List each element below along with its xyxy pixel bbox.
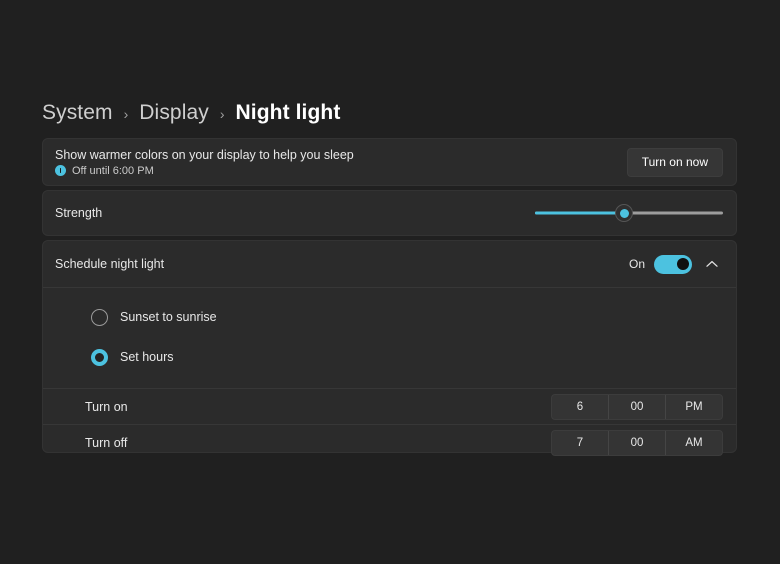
night-light-description-group: Show warmer colors on your display to he…: [55, 148, 627, 177]
turn-off-minute-field[interactable]: 00: [608, 430, 665, 455]
night-light-description: Show warmer colors on your display to he…: [55, 147, 354, 162]
radio-icon-unselected[interactable]: [91, 308, 108, 326]
turn-off-label: Turn off: [85, 435, 128, 450]
turn-off-time-row: Turn off 7 00 AM: [43, 425, 736, 460]
radio-option-sunset-to-sunrise[interactable]: Sunset to sunrise: [43, 304, 736, 330]
turn-on-time-picker: 6 00 PM: [551, 393, 723, 420]
turn-off-time-picker: 7 00 AM: [551, 429, 723, 456]
strength-slider-thumb[interactable]: [615, 204, 634, 222]
chevron-up-icon[interactable]: [701, 253, 723, 275]
radio-option-set-hours[interactable]: Set hours: [43, 344, 736, 370]
night-light-settings-page: System › Display › Night light Show warm…: [0, 0, 780, 564]
breadcrumb: System › Display › Night light: [42, 98, 340, 128]
turn-off-hour-field[interactable]: 7: [552, 431, 608, 455]
radio-label-set-hours: Set hours: [120, 350, 174, 364]
schedule-options-group: Sunset to sunrise Set hours: [43, 288, 736, 388]
breadcrumb-separator-icon: ›: [219, 106, 225, 122]
turn-on-minute-field[interactable]: 00: [608, 394, 665, 419]
info-circle-icon: [55, 165, 66, 176]
breadcrumb-item-system[interactable]: System: [42, 101, 113, 125]
turn-on-hour-field[interactable]: 6: [552, 395, 608, 419]
page-title: Night light: [235, 101, 341, 124]
night-light-status: Off until 6:00 PM: [55, 165, 627, 177]
strength-slider[interactable]: [535, 204, 723, 222]
radio-icon-selected[interactable]: [91, 348, 108, 366]
turn-on-now-button[interactable]: Turn on now: [626, 147, 723, 177]
night-light-main-card: Show warmer colors on your display to he…: [42, 138, 737, 186]
schedule-toggle-knob: [677, 258, 689, 270]
turn-on-time-row: Turn on 6 00 PM: [43, 389, 736, 424]
schedule-toggle-state-label: On: [628, 257, 645, 271]
turn-on-period-field[interactable]: PM: [665, 394, 722, 419]
strength-card: Strength: [42, 190, 737, 236]
strength-slider-fill: [535, 211, 624, 215]
turn-on-label: Turn on: [85, 399, 128, 414]
radio-label-sunset-to-sunrise: Sunset to sunrise: [120, 310, 217, 324]
turn-off-period-field[interactable]: AM: [665, 430, 722, 455]
schedule-toggle-group: On: [629, 253, 723, 275]
night-light-status-text: Off until 6:00 PM: [72, 164, 154, 177]
breadcrumb-item-display[interactable]: Display: [139, 101, 209, 125]
schedule-night-light-card: Schedule night light On Sunset to sunris…: [42, 240, 737, 456]
schedule-toggle[interactable]: [654, 254, 692, 274]
strength-label: Strength: [55, 206, 103, 220]
schedule-header-row[interactable]: Schedule night light On: [43, 241, 736, 287]
breadcrumb-separator-icon: ›: [123, 106, 129, 122]
schedule-label: Schedule night light: [55, 257, 165, 271]
